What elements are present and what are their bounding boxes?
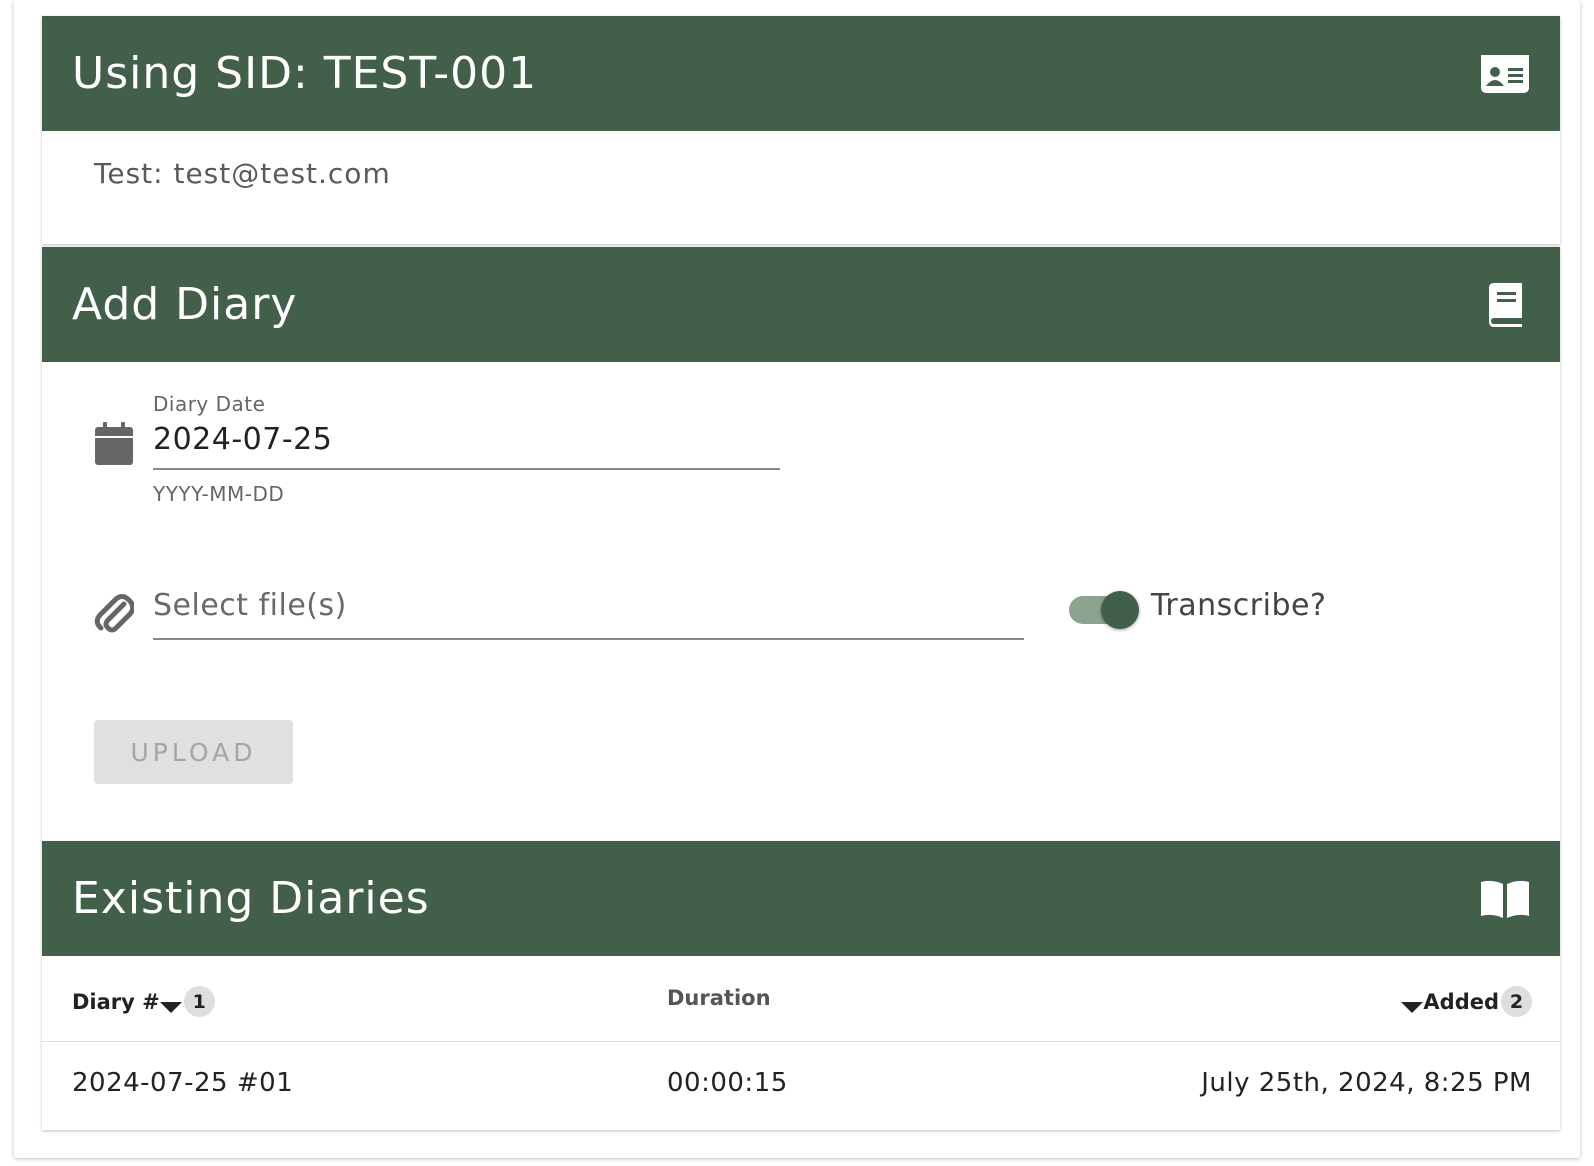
column-diary-label: Diary # [72, 989, 160, 1014]
sid-card: Using SID: TEST-001 Test: test@test.com [42, 16, 1560, 244]
sort-order-badge: 1 [183, 986, 215, 1017]
add-diary-header: Add Diary [42, 247, 1560, 362]
file-select-underline [153, 638, 1024, 640]
column-added-label: Added [1423, 989, 1499, 1014]
transcribe-toggle[interactable] [1069, 590, 1139, 630]
sid-title: Using SID: TEST-001 [72, 48, 538, 99]
book-open-icon [1480, 874, 1530, 924]
transcribe-label: Transcribe? [1151, 588, 1327, 623]
column-duration[interactable]: Duration [667, 986, 771, 1010]
sort-desc-icon [1401, 1002, 1424, 1013]
calendar-icon [94, 422, 134, 471]
column-added[interactable]: Added 2 [1401, 986, 1532, 1017]
table-header: Diary # 1 Duration Added 2 [42, 956, 1560, 1042]
book-icon [1480, 280, 1530, 330]
diary-date-input[interactable]: 2024-07-25 [153, 422, 332, 457]
sort-desc-icon [159, 1002, 182, 1013]
diary-date-underline [153, 468, 780, 470]
upload-button[interactable]: UPLOAD [94, 720, 293, 784]
paperclip-icon [94, 590, 136, 639]
toggle-thumb [1101, 591, 1139, 629]
cell-duration: 00:00:15 [667, 1068, 788, 1098]
id-card-icon [1480, 49, 1530, 99]
existing-diaries-header: Existing Diaries [42, 841, 1560, 956]
table-row[interactable]: 2024-07-25 #01 00:00:15 July 25th, 2024,… [42, 1042, 1560, 1129]
existing-diaries-title: Existing Diaries [72, 873, 430, 924]
subject-info: Test: test@test.com [94, 157, 391, 190]
cell-diary-number: 2024-07-25 #01 [72, 1068, 294, 1098]
add-diary-card: Add Diary Diary Date 2024-07-25 YYYY-MM-… [42, 247, 1560, 841]
cell-added: July 25th, 2024, 8:25 PM [1201, 1068, 1532, 1098]
diary-date-label: Diary Date [153, 392, 266, 416]
diary-date-hint: YYYY-MM-DD [153, 482, 285, 506]
existing-diaries-card: Existing Diaries Diary # 1 Duration Adde… [42, 841, 1560, 1130]
file-select-input[interactable]: Select file(s) [153, 588, 347, 623]
add-diary-title: Add Diary [72, 279, 298, 330]
sid-card-header: Using SID: TEST-001 [42, 16, 1560, 131]
sort-order-badge: 2 [1501, 986, 1532, 1017]
add-diary-form: Diary Date 2024-07-25 YYYY-MM-DD Select … [42, 362, 1560, 841]
column-diary-number[interactable]: Diary # 1 [72, 986, 215, 1017]
